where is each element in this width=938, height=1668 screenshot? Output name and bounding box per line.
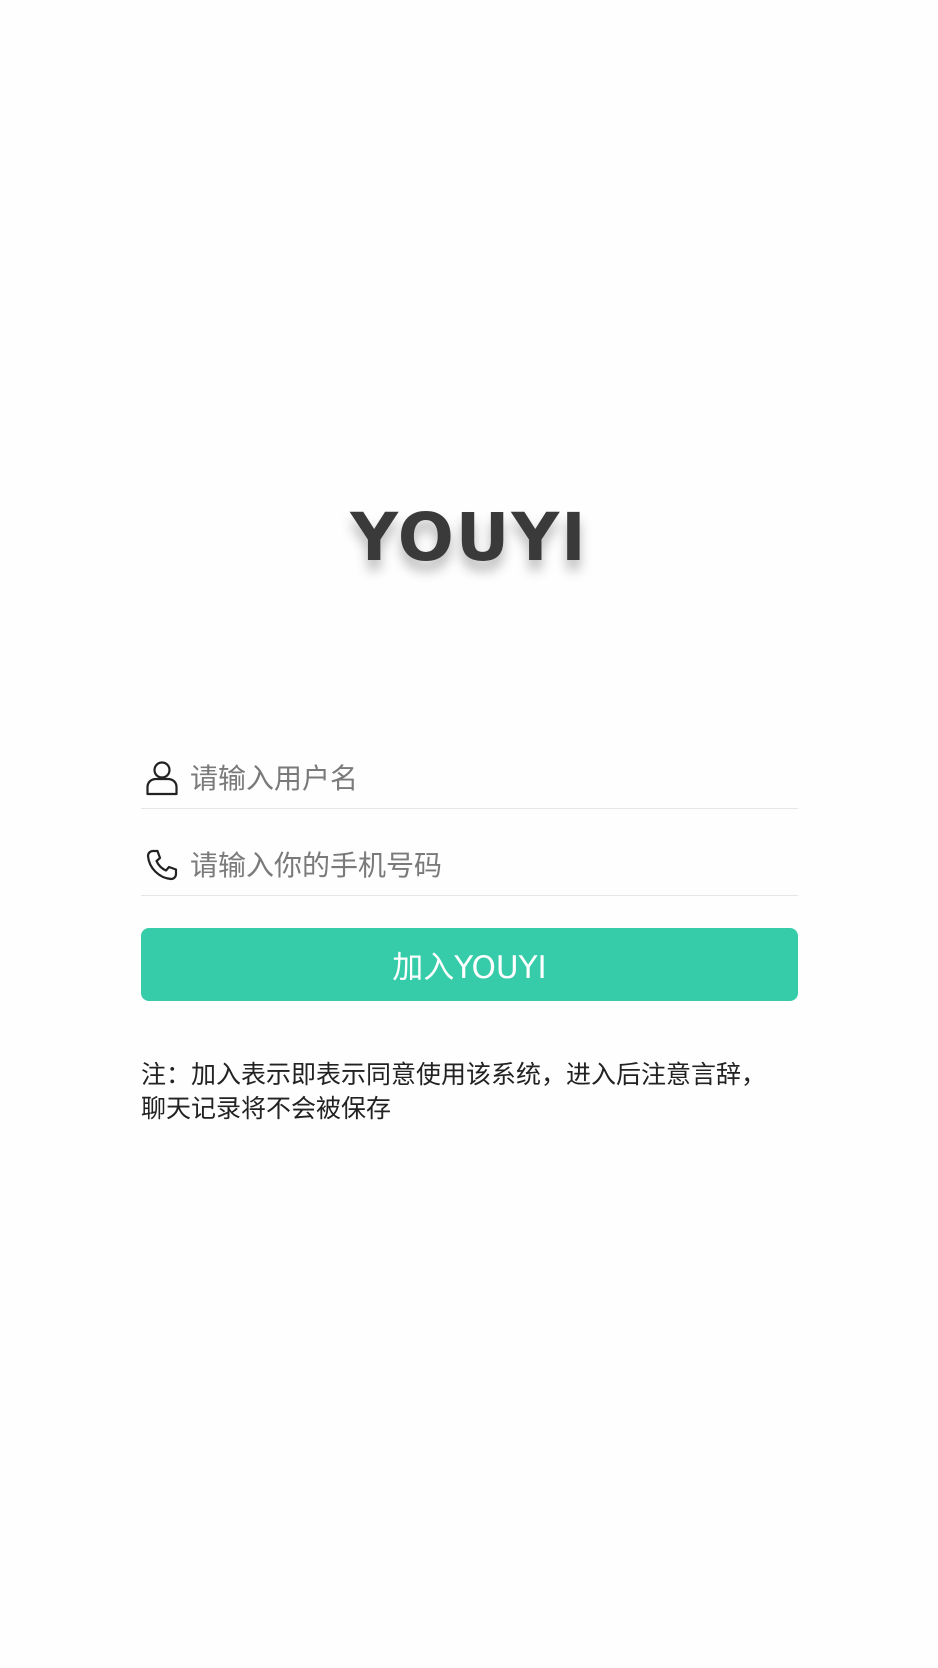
phone-input[interactable]: [190, 840, 780, 890]
user-icon: [145, 758, 185, 798]
username-field-row: [141, 748, 798, 809]
join-button[interactable]: 加入YOUYI: [141, 928, 798, 1001]
phone-icon: [145, 845, 185, 885]
username-input[interactable]: [190, 753, 780, 803]
terms-note: 注：加入表示即表示同意使用该系统，进入后注意言辞，聊天记录将不会被保存: [141, 1060, 767, 1123]
phone-field-row: [141, 835, 798, 896]
app-logo: YOUYI: [350, 499, 588, 576]
join-form: 加入YOUYI 注：加入表示即表示同意使用该系统，进入后注意言辞，聊天记录将不会…: [141, 748, 798, 1126]
